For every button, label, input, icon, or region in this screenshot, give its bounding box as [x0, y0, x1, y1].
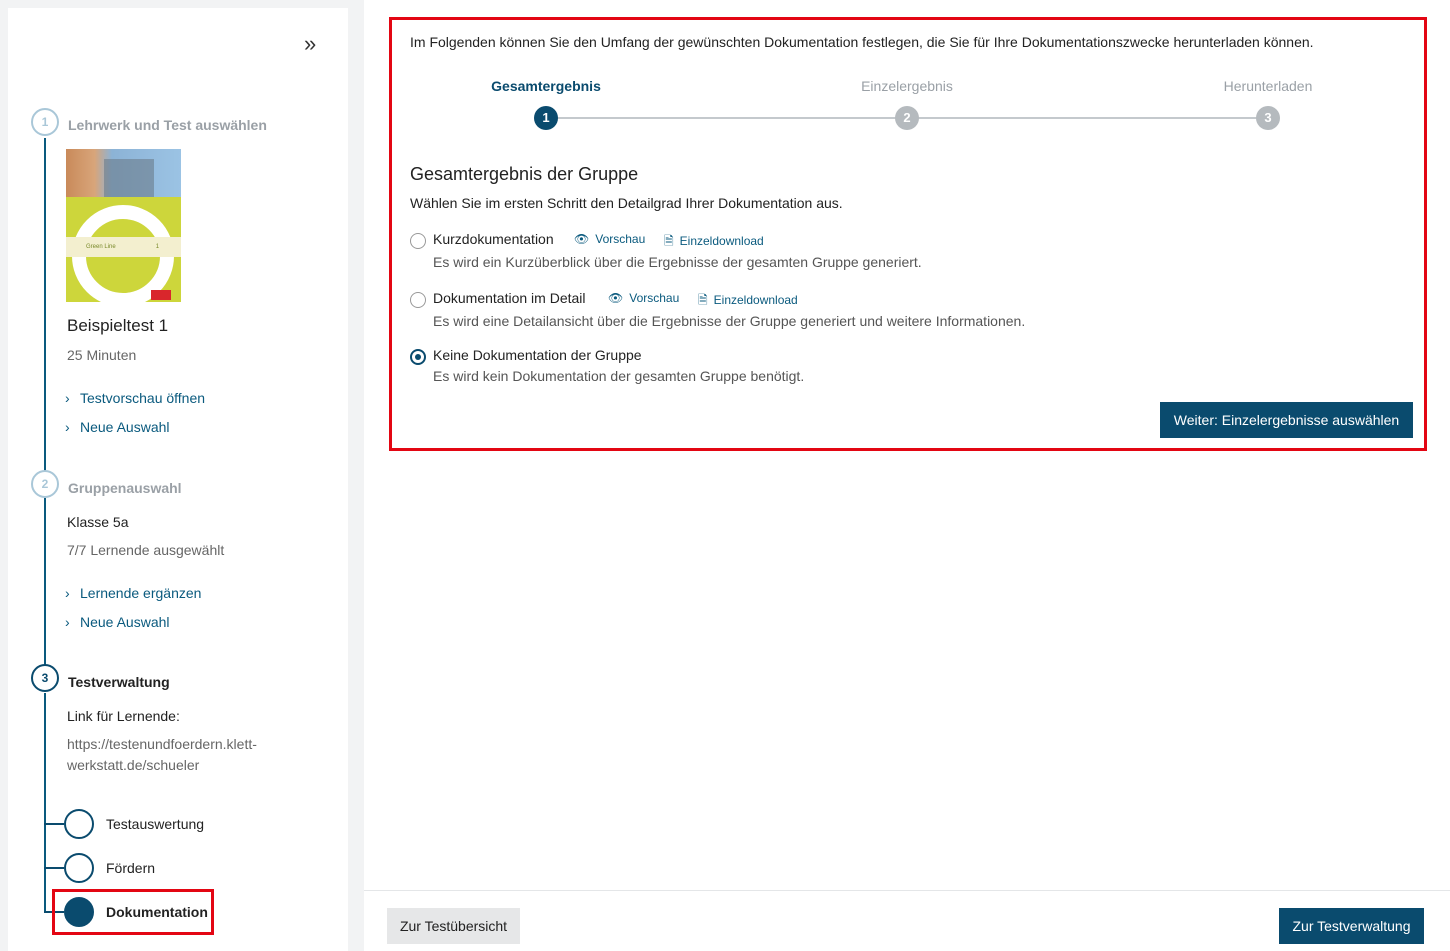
step-2-title: Gruppenauswahl — [68, 480, 182, 496]
group-name: Klasse 5a — [67, 514, 129, 530]
step-1-circle: 1 — [31, 108, 59, 136]
preview-link[interactable]: 👁 Vorschau — [608, 291, 679, 305]
add-learners-link[interactable]: › Lernende ergänzen — [65, 585, 201, 601]
new-group-selection-link[interactable]: › Neue Auswahl — [65, 614, 170, 630]
chevron-right-icon: › — [65, 390, 70, 406]
link-url-line2[interactable]: werkstatt.de/schueler — [67, 757, 199, 773]
substep-testauswertung[interactable]: Testauswertung — [106, 816, 204, 832]
radio-dokumentation-im-detail[interactable] — [410, 292, 426, 308]
to-test-administration-button[interactable]: Zur Testverwaltung — [1279, 908, 1424, 944]
section-heading: Gesamtergebnis der Gruppe — [410, 164, 639, 184]
chevron-right-icon: › — [65, 419, 70, 435]
option-label[interactable]: Keine Dokumentation der Gruppe — [433, 347, 642, 363]
step-1-title: Lehrwerk und Test auswählen — [68, 117, 267, 133]
substep-connector — [44, 867, 64, 869]
new-selection-link[interactable]: › Neue Auswahl — [65, 419, 170, 435]
timeline-line — [44, 498, 46, 671]
sidebar: » 1 Lehrwerk und Test auswählen Green Li… — [8, 8, 348, 951]
link-label: Link für Lernende: — [67, 708, 180, 724]
step-3-title: Testverwaltung — [68, 674, 170, 690]
book-cover-image: Green Line 1 — [66, 149, 181, 302]
stepper-label-einzelergebnis: Einzelergebnis — [861, 78, 953, 94]
timeline-line — [44, 138, 46, 481]
eye-icon: 👁 — [608, 291, 624, 305]
option-description: Es wird kein Dokumentation der gesamten … — [433, 368, 805, 384]
option-description: Es wird ein Kurzüberblick über die Ergeb… — [433, 254, 922, 270]
intro-text: Im Folgenden können Sie den Umfang der g… — [410, 34, 1314, 50]
step-2-circle: 2 — [31, 470, 59, 498]
section-lead: Wählen Sie im ersten Schritt den Detailg… — [410, 195, 843, 211]
footer-bar: Zur Testübersicht Zur Testverwaltung — [364, 890, 1450, 951]
highlight-box — [52, 889, 214, 935]
stepper-label-herunterladen: Herunterladen — [1223, 78, 1313, 94]
file-download-icon: 🗎 — [698, 293, 708, 307]
group-selected-count: 7/7 Lernende ausgewählt — [67, 542, 225, 558]
next-step-button[interactable]: Weiter: Einzelergebnisse auswählen — [1160, 402, 1413, 438]
link-url-line1[interactable]: https://testenundfoerdern.klett- — [67, 736, 257, 752]
preview-link[interactable]: 👁 Vorschau — [574, 232, 645, 246]
chevron-right-icon: › — [65, 614, 70, 630]
back-to-test-overview-button[interactable]: Zur Testübersicht — [387, 908, 520, 944]
stepper-dot-1: 1 — [534, 106, 558, 130]
option-label[interactable]: Dokumentation im Detail — [433, 290, 586, 306]
option-description: Es wird eine Detailansicht über die Erge… — [433, 313, 1026, 329]
stepper-dot-3: 3 — [1256, 106, 1280, 130]
file-download-icon: 🗎 — [664, 234, 674, 248]
book-volume: 1 — [155, 244, 160, 250]
substep-connector — [44, 823, 64, 825]
stepper-label-gesamtergebnis: Gesamtergebnis — [491, 78, 601, 94]
test-duration: 25 Minuten — [67, 347, 137, 363]
test-name: Beispieltest 1 — [67, 316, 169, 335]
documentation-panel: Im Folgenden können Sie den Umfang der g… — [389, 17, 1427, 451]
eye-icon: 👁 — [574, 232, 590, 246]
substep-foerdern-circle[interactable] — [64, 853, 94, 883]
single-download-link[interactable]: 🗎 Einzeldownload — [698, 291, 798, 312]
single-download-link[interactable]: 🗎 Einzeldownload — [664, 232, 764, 253]
test-preview-link[interactable]: › Testvorschau öffnen — [65, 390, 205, 406]
book-series-label: Green Line — [86, 244, 116, 250]
option-label[interactable]: Kurzdokumentation — [433, 231, 554, 247]
substep-foerdern[interactable]: Fördern — [106, 860, 155, 876]
step-3-circle: 3 — [31, 664, 59, 692]
chevron-right-icon: › — [65, 585, 70, 601]
stepper-dot-2: 2 — [895, 106, 919, 130]
radio-kurzdokumentation[interactable] — [410, 233, 426, 249]
substep-testauswertung-circle[interactable] — [64, 809, 94, 839]
double-chevron-right-icon[interactable]: » — [304, 33, 326, 55]
timeline-line — [44, 693, 46, 913]
radio-keine-dokumentation[interactable] — [410, 349, 426, 365]
